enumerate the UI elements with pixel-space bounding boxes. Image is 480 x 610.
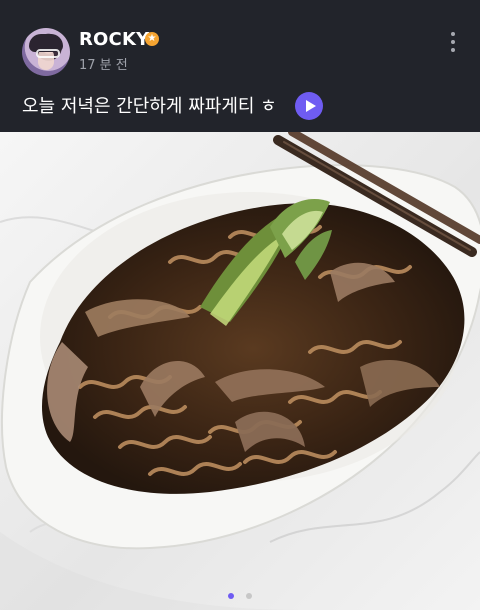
post-time: 17 분 전 [79,58,128,73]
author-avatar[interactable] [22,28,70,76]
star-badge-icon: ★ [145,32,159,46]
post-caption: 오늘 저녁은 간단하게 짜파게티 ㅎ [22,96,277,117]
food-photo-illustration [0,132,480,610]
play-icon [305,100,316,112]
post-header: ROCKY ★ 17 분 전 오늘 저녁은 간단하게 짜파게티 ㅎ [0,0,480,132]
avatar-glasses [36,49,60,58]
author-name[interactable]: ROCKY [79,29,149,50]
play-button[interactable] [295,92,323,120]
carousel-indicator [0,584,480,599]
more-options-icon[interactable] [444,28,462,56]
carousel-dot-2[interactable] [245,593,252,599]
post-photo[interactable] [0,132,480,610]
